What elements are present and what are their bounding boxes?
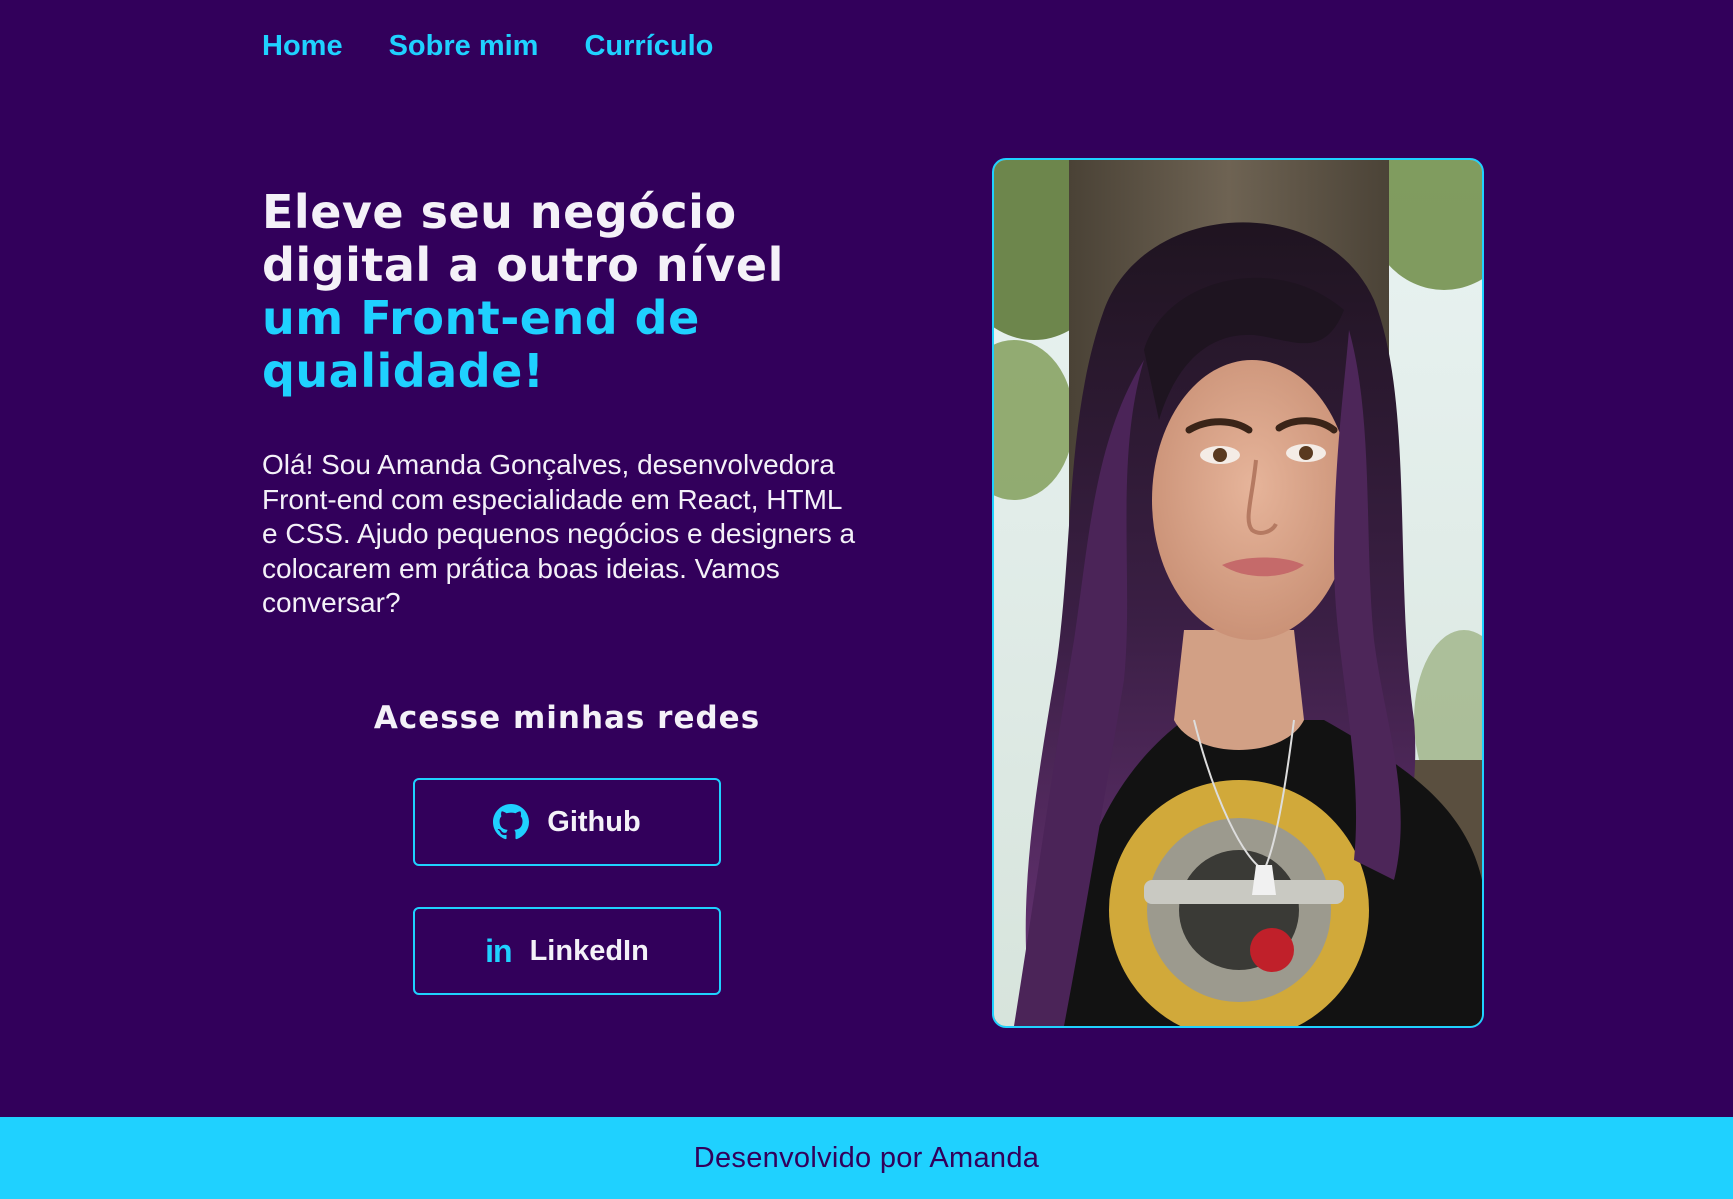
nav-home-link[interactable]: Home [262,30,343,63]
footer-credit: Desenvolvido por Amanda [693,1141,1040,1174]
footer: Desenvolvido por Amanda [0,1117,1733,1199]
hero-title-main: Eleve seu negócio digital a outro nível [262,185,784,292]
github-label: Github [547,805,641,838]
linkedin-icon: in [485,932,512,969]
profile-photo [992,158,1484,1028]
github-icon [493,804,530,840]
linkedin-button[interactable]: in LinkedIn [413,907,721,995]
hero-title-highlight: um Front-end de qualidade! [262,291,700,398]
social-heading: Acesse minhas redes [373,700,761,736]
top-nav: Home Sobre mim Currículo [262,30,713,63]
nav-about-link[interactable]: Sobre mim [389,30,539,63]
nav-resume-link[interactable]: Currículo [584,30,713,63]
hero-title: Eleve seu negócio digital a outro nível … [262,186,862,398]
github-button[interactable]: Github [413,778,721,866]
linkedin-label: LinkedIn [529,934,649,967]
intro-paragraph: Olá! Sou Amanda Gonçalves, desenvolvedor… [262,449,856,618]
